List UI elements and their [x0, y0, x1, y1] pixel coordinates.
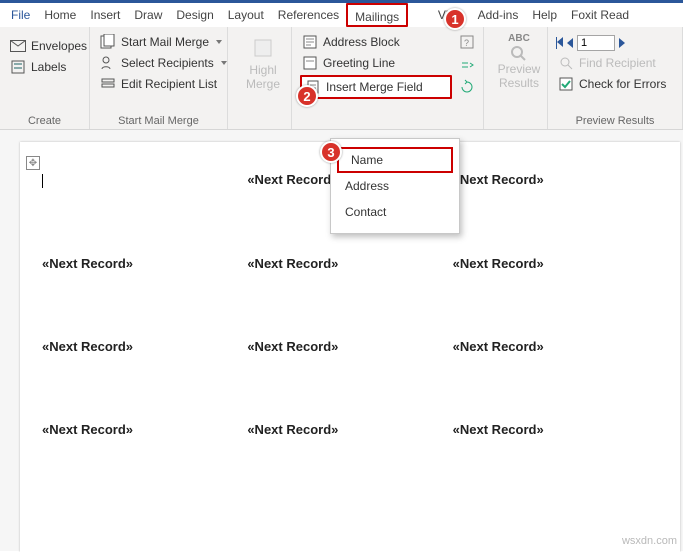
menu-mailings[interactable]: Mailings: [346, 3, 408, 27]
select-recipients-label: Select Recipients: [121, 56, 214, 70]
chevron-down-icon: [216, 40, 222, 44]
label-cell[interactable]: «Next Record»: [42, 339, 247, 354]
group-create-label: Create: [8, 113, 81, 127]
group-highlight-merge: Highl Merge: [228, 27, 292, 129]
ribbon: Envelopes Labels Create Start Mail Merge: [0, 27, 683, 130]
first-record-button[interactable]: [556, 37, 563, 49]
preview-label2: Results: [499, 76, 539, 90]
labels-label: Labels: [31, 60, 66, 74]
label-cell[interactable]: «Next Record»: [453, 422, 658, 437]
envelope-icon: [10, 38, 26, 54]
check-for-errors-button[interactable]: Check for Errors: [556, 75, 674, 93]
envelopes-button[interactable]: Envelopes: [8, 37, 81, 55]
group-startmm-label: Start Mail Merge: [98, 113, 219, 127]
label-cell[interactable]: «Next Record»: [247, 339, 452, 354]
highlight-icon: [251, 33, 275, 63]
menu-insert[interactable]: Insert: [83, 3, 127, 27]
chevron-down-icon: [221, 61, 227, 65]
next-record-button[interactable]: [619, 38, 625, 48]
group-preview-results: Find Recipient Check for Errors Preview …: [548, 27, 683, 129]
menu-draw[interactable]: Draw: [127, 3, 169, 27]
menu-home[interactable]: Home: [37, 3, 83, 27]
label-cell-cursor[interactable]: [42, 172, 247, 188]
preview-results-button[interactable]: ABC Preview Results: [492, 31, 546, 90]
menu-help[interactable]: Help: [525, 3, 564, 27]
prev-record-button[interactable]: [567, 38, 573, 48]
group-insert-fields: Address Block Greeting Line Insert Merge…: [292, 27, 452, 129]
callout-2: 2: [296, 85, 318, 107]
insert-merge-field-button[interactable]: Insert Merge Field: [300, 75, 452, 99]
insert-merge-field-label: Insert Merge Field: [326, 80, 423, 94]
group-insertfields-label: [300, 113, 452, 127]
label-cell[interactable]: «Next Record»: [453, 172, 658, 188]
menu-references[interactable]: References: [271, 3, 346, 27]
record-navigator: [556, 35, 674, 51]
abc-icon: ABC: [508, 33, 530, 44]
edit-recipient-list-label: Edit Recipient List: [121, 77, 217, 91]
group-preview-button: ABC Preview Results: [484, 27, 548, 129]
preview-label1: Preview: [498, 62, 541, 76]
label-cell[interactable]: «Next Record»: [453, 339, 658, 354]
table-anchor-icon[interactable]: ✥: [26, 156, 40, 170]
envelopes-label: Envelopes: [31, 39, 87, 53]
check-errors-label: Check for Errors: [579, 77, 666, 91]
rules-button[interactable]: ?: [458, 33, 476, 51]
check-errors-icon: [558, 76, 574, 92]
merge-field-name[interactable]: Name: [337, 147, 453, 173]
address-block-label: Address Block: [323, 35, 400, 49]
label-cell[interactable]: «Next Record»: [42, 256, 247, 271]
callout-1: 1: [444, 8, 466, 30]
preview-magnifier-icon: [509, 44, 529, 62]
address-block-button[interactable]: Address Block: [300, 33, 452, 51]
greeting-line-icon: [302, 55, 318, 71]
update-labels-button[interactable]: [458, 78, 476, 96]
group-preview-results-label: Preview Results: [556, 113, 674, 127]
label-cell[interactable]: «Next Record»: [247, 422, 452, 437]
find-recipient-label: Find Recipient: [579, 56, 656, 70]
menu-file[interactable]: File: [4, 3, 37, 27]
menu-mailings-label: Mailings: [355, 10, 399, 24]
group-create: Envelopes Labels Create: [0, 27, 90, 129]
merge-field-contact[interactable]: Contact: [331, 199, 459, 225]
label-cell[interactable]: «Next Record»: [453, 256, 658, 271]
record-number-input[interactable]: [577, 35, 615, 51]
highlight-label1: Highl: [249, 63, 276, 77]
address-block-icon: [302, 34, 318, 50]
match-fields-button[interactable]: [458, 57, 476, 75]
insert-merge-field-menu: Name Address Contact: [330, 138, 460, 234]
group-rules: ?: [452, 27, 484, 129]
label-cell[interactable]: «Next Record»: [42, 422, 247, 437]
svg-text:?: ?: [464, 38, 469, 48]
highlight-label2: Merge: [246, 77, 280, 91]
menu-addins[interactable]: Add-ins: [471, 3, 526, 27]
menu-design[interactable]: Design: [169, 3, 220, 27]
start-mail-merge-icon: [100, 34, 116, 50]
watermark: wsxdn.com: [622, 535, 677, 547]
find-recipient-button[interactable]: Find Recipient: [556, 54, 674, 72]
labels-icon: [10, 59, 26, 75]
edit-recipient-list-icon: [100, 76, 116, 92]
select-recipients-button[interactable]: Select Recipients: [98, 54, 219, 72]
group-highlight-label: [236, 113, 283, 127]
merge-field-address[interactable]: Address: [331, 173, 459, 199]
greeting-line-label: Greeting Line: [323, 56, 395, 70]
highlight-merge-fields-button: Highl Merge: [236, 31, 290, 91]
text-cursor: [42, 174, 43, 188]
find-recipient-icon: [558, 55, 574, 71]
greeting-line-button[interactable]: Greeting Line: [300, 54, 452, 72]
start-mail-merge-button[interactable]: Start Mail Merge: [98, 33, 219, 51]
menubar: File Home Insert Draw Design Layout Refe…: [0, 3, 683, 27]
menu-layout[interactable]: Layout: [221, 3, 271, 27]
labels-button[interactable]: Labels: [8, 58, 81, 76]
group-start-mail-merge: Start Mail Merge Select Recipients Edit …: [90, 27, 228, 129]
start-mail-merge-label: Start Mail Merge: [121, 35, 209, 49]
edit-recipient-list-button[interactable]: Edit Recipient List: [98, 75, 219, 93]
menu-foxit[interactable]: Foxit Read: [564, 3, 636, 27]
label-cell[interactable]: «Next Record»: [247, 256, 452, 271]
callout-3: 3: [320, 141, 342, 163]
select-recipients-icon: [100, 55, 116, 71]
